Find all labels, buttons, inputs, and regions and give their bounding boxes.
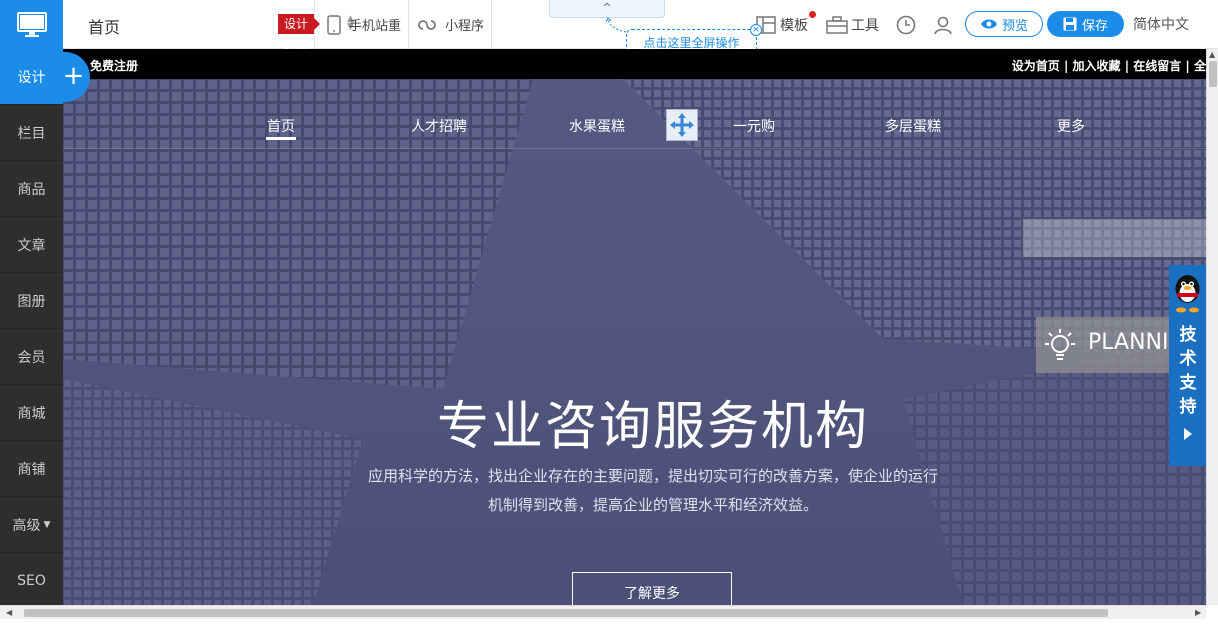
sidebar-item-products[interactable]: 商品: [0, 161, 63, 217]
vertical-scroll-thumb[interactable]: [1209, 61, 1217, 87]
save-label: 保存: [1081, 18, 1108, 34]
page-selector[interactable]: 首页 设计页面 ▲ ▼: [63, 0, 354, 51]
monitor-icon: [16, 11, 47, 37]
design-canvas[interactable]: 免费注册 设为首页 | 加入收藏 | 在线留言 | 全 首页 人才招聘 水果蛋糕…: [63, 49, 1206, 605]
desktop-view-button[interactable]: [0, 0, 63, 49]
hero-title: 专业咨询服务机构: [436, 397, 869, 457]
tools-button[interactable]: 工具: [826, 0, 879, 49]
hero-background-image: [63, 79, 1206, 605]
sidebar-item-label: 商铺: [17, 461, 46, 478]
nav-item-fruit-cake[interactable]: 水果蛋糕: [569, 116, 625, 136]
template-label: 模板: [780, 17, 808, 34]
tech-support-panel[interactable]: 技术支持: [1169, 265, 1206, 466]
scroll-left-icon[interactable]: ◀: [6, 608, 12, 617]
bottom-edge: [0, 619, 1218, 625]
caret-right-icon: [1184, 428, 1192, 440]
sidebar-item-mall[interactable]: 商城: [0, 385, 63, 441]
horizontal-scroll-thumb[interactable]: [24, 609, 1108, 617]
sidebar-item-advanced[interactable]: 高级 ▼: [0, 497, 63, 553]
sidebar-item-label: 文章: [17, 237, 46, 254]
horizontal-scrollbar[interactable]: ◀ ▶: [0, 605, 1206, 619]
mini-program-icon: [418, 19, 436, 30]
history-button[interactable]: [896, 0, 916, 49]
hero-subtitle-line: 应用科学的方法，找出企业存在的主要问题，提出切实可行的改善方案，使企业的运行: [367, 467, 938, 485]
collapse-toolbar-tab[interactable]: ^: [549, 0, 665, 18]
sidebar-item-albums[interactable]: 图册: [0, 273, 63, 329]
banner-strip: [1023, 219, 1206, 257]
sidebar-item-label: 商品: [17, 181, 46, 198]
preview-label: 预览: [1001, 18, 1028, 34]
sidebar-item-members[interactable]: 会员: [0, 329, 63, 385]
tools-label: 工具: [851, 17, 879, 34]
save-button[interactable]: 保存: [1047, 11, 1124, 37]
close-icon[interactable]: ×: [750, 24, 762, 36]
tech-support-label: 技术支持: [1179, 325, 1197, 417]
phone-icon: [327, 14, 341, 35]
preview-button[interactable]: 预览: [965, 11, 1043, 37]
hero-subtitle-line: 机制得到改善，提高企业的管理水平和经济效益。: [487, 496, 818, 514]
nav-item-one-yuan[interactable]: 一元购: [733, 116, 775, 136]
sidebar-item-shops[interactable]: 商铺: [0, 441, 63, 497]
planning-text: PLANNI: [1088, 330, 1169, 355]
mobile-site-label: 手机站重: [349, 19, 402, 34]
site-nav: 首页 人才招聘 水果蛋糕 一元购 多层蛋糕 更多: [63, 79, 1206, 149]
nav-item-home[interactable]: 首页: [267, 116, 295, 136]
nav-item-more[interactable]: 更多: [1057, 116, 1085, 136]
sidebar-item-design[interactable]: 设计: [0, 49, 63, 105]
clock-icon: [896, 15, 916, 34]
site-top-bar: 免费注册 设为首页 | 加入收藏 | 在线留言 | 全: [63, 49, 1206, 79]
fullscreen-tip-text: 点击这里全屏操作: [643, 36, 740, 50]
sidebar-item-label: 栏目: [17, 125, 46, 142]
nav-item-jobs[interactable]: 人才招聘: [411, 116, 467, 136]
register-link[interactable]: 免费注册: [90, 57, 138, 74]
toolbox-icon: [826, 15, 848, 34]
sidebar-item-label: 会员: [17, 349, 46, 366]
top-toolbar: 首页 设计页面 ▲ ▼ 手机站重 小程序 ^ 模板 工具 预览 保存 简体中文 …: [0, 0, 1218, 57]
user-button[interactable]: [933, 0, 953, 49]
scroll-up-icon[interactable]: ▲: [1209, 50, 1215, 59]
floppy-disk-icon: [1063, 17, 1077, 31]
hero-subtitle: 应用科学的方法，找出企业存在的主要问题，提出切实可行的改善方案，使企业的运行 机…: [343, 462, 963, 520]
sidebar-item-seo[interactable]: SEO: [0, 553, 63, 609]
tip-pointer-icon: [606, 18, 627, 33]
sidebar-item-label: 高级: [12, 517, 41, 534]
sidebar-item-label: 设计: [17, 69, 46, 86]
sidebar-item-label: 图册: [17, 293, 46, 310]
sidebar-item-articles[interactable]: 文章: [0, 217, 63, 273]
lightbulb-icon: [1045, 329, 1075, 360]
mini-program-label: 小程序: [445, 19, 485, 34]
user-icon: [934, 16, 952, 34]
nav-item-layer-cake[interactable]: 多层蛋糕: [885, 116, 941, 136]
left-sidebar: 设计 栏目 商品 文章 图册 会员 商城 商铺 高级 ▼ SEO: [0, 49, 63, 609]
caret-down-icon: ▼: [43, 519, 51, 530]
language-selector[interactable]: 简体中文: [1133, 14, 1189, 34]
template-button[interactable]: 模板: [756, 0, 808, 49]
current-page-name: 首页: [88, 18, 121, 37]
design-page-tag: 设计页面: [278, 14, 320, 51]
mobile-site-button[interactable]: 手机站重: [315, 0, 409, 49]
sidebar-item-columns[interactable]: 栏目: [0, 105, 63, 161]
qq-penguin-icon: [1175, 275, 1200, 313]
notification-dot: [809, 11, 816, 18]
sidebar-item-label: SEO: [17, 572, 46, 589]
sidebar-item-label: 商城: [17, 405, 46, 422]
editor-app: 首页 设计页面 ▲ ▼ 手机站重 小程序 ^ 模板 工具 预览 保存 简体中文 …: [0, 0, 1218, 625]
chevron-up-icon: ^: [602, 1, 612, 14]
mini-program-button[interactable]: 小程序: [409, 0, 492, 49]
learn-more-button[interactable]: 了解更多: [572, 572, 732, 605]
eye-icon: [980, 19, 997, 29]
vertical-scrollbar[interactable]: ▲: [1206, 49, 1218, 605]
scroll-right-icon[interactable]: ▶: [1195, 608, 1201, 617]
site-top-links[interactable]: 设为首页 | 加入收藏 | 在线留言 | 全: [1012, 57, 1206, 74]
